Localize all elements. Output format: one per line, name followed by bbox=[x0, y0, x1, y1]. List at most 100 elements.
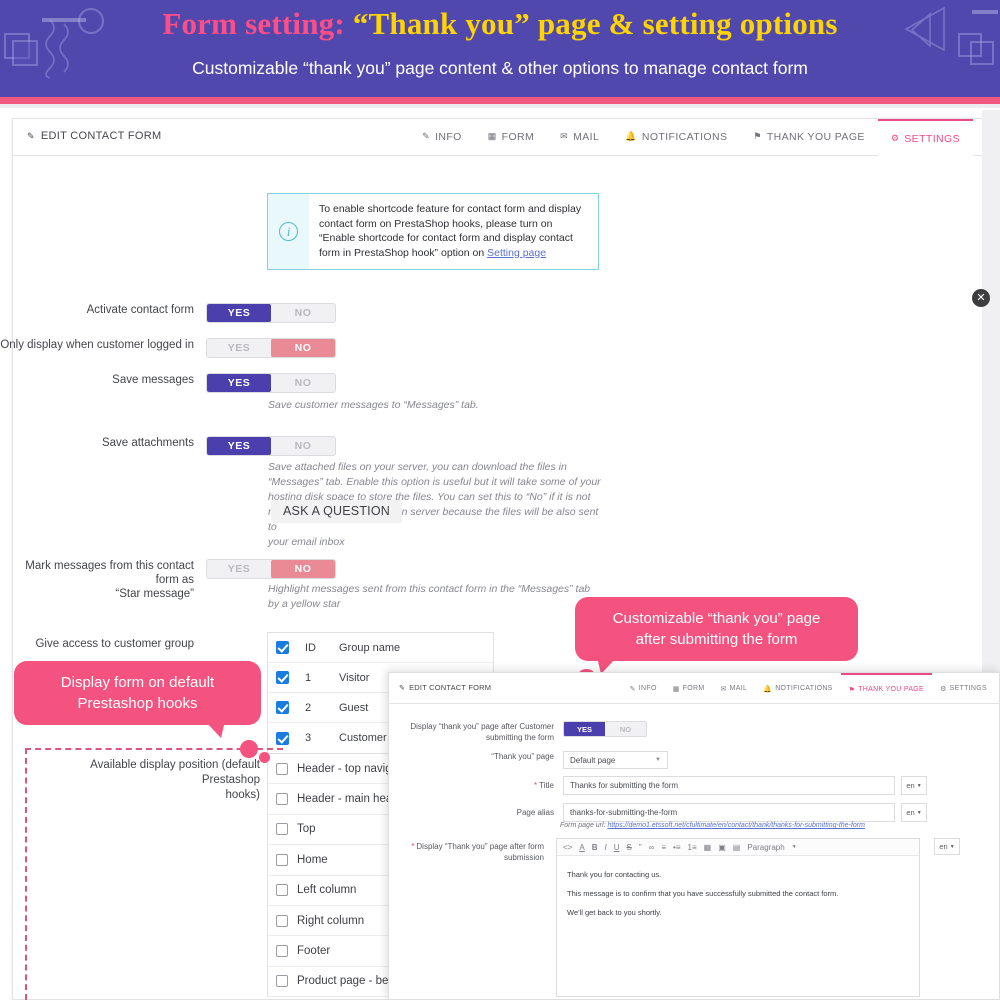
row-checkbox[interactable] bbox=[276, 701, 289, 714]
inset-toggle-display-thank-you[interactable]: YES NO bbox=[563, 721, 647, 737]
tab-notifications[interactable]: 🔔 NOTIFICATIONS bbox=[612, 119, 740, 156]
callout-1-anchor-dot-large bbox=[240, 740, 258, 758]
text-color-icon[interactable]: A bbox=[579, 843, 584, 852]
chevron-down-icon: ▼ bbox=[949, 843, 955, 850]
media-icon[interactable]: ▤ bbox=[733, 843, 741, 852]
flag-icon: ⚑ bbox=[848, 686, 856, 694]
edit-contact-form-title: ✎ EDIT CONTACT FORM bbox=[27, 130, 161, 142]
toggle-activate-contact-form[interactable]: YES NO bbox=[206, 303, 336, 323]
align-icon[interactable]: ≡ bbox=[661, 843, 666, 852]
callout-2-line-2: after submitting the form bbox=[635, 631, 798, 648]
alias-language-button[interactable]: en ▼ bbox=[901, 803, 927, 822]
select-all-checkbox[interactable] bbox=[276, 641, 289, 654]
toggle-save-attachments[interactable]: YES NO bbox=[206, 436, 336, 456]
hook-checkbox[interactable] bbox=[276, 945, 288, 958]
thank-you-page-select-value: Default page bbox=[570, 755, 616, 765]
callout-display-form-hooks: Display form on default Prestashop hooks bbox=[14, 661, 261, 738]
callout-1-line-2: Prestashop hooks bbox=[77, 695, 198, 712]
inset-row-display-thank-you: Display “thank you” page after Customer … bbox=[388, 721, 647, 743]
inset-tab-thank-you-page[interactable]: ⚑ THANK YOU PAGE bbox=[840, 673, 933, 704]
hook-checkbox[interactable] bbox=[276, 884, 288, 897]
inset-tab-info[interactable]: ✎ INFO bbox=[622, 673, 665, 704]
thank-you-page-select[interactable]: Default page ▼ bbox=[563, 751, 668, 769]
editor-line-1: Thank you for contacting us. bbox=[567, 870, 662, 879]
editor-language-button[interactable]: en ▼ bbox=[934, 838, 960, 855]
form-page-url-link[interactable]: https://demo1.etssoft.net/cfultimate/en/… bbox=[607, 822, 864, 829]
tab-thank-you-page[interactable]: ⚑ THANK YOU PAGE bbox=[740, 119, 877, 156]
tab-settings[interactable]: ⚙ SETTINGS bbox=[877, 119, 973, 156]
toggle-no-star[interactable]: NO bbox=[271, 560, 335, 578]
title-input[interactable]: Thanks for submitting the form bbox=[563, 776, 895, 795]
inset-tab-settings[interactable]: ⚙ SETTINGS bbox=[932, 673, 995, 704]
hint-star-l2: by a yellow star bbox=[268, 598, 341, 610]
inset-toggle-yes[interactable]: YES bbox=[564, 722, 605, 736]
inset-tab-mail[interactable]: ✉ MAIL bbox=[712, 673, 755, 704]
info-tag-icon: ✎ bbox=[422, 131, 431, 141]
row-checkbox[interactable] bbox=[276, 731, 289, 745]
chevron-down-icon: ▼ bbox=[655, 757, 661, 763]
row-checkbox[interactable] bbox=[276, 671, 289, 684]
tab-info[interactable]: ✎ INFO bbox=[409, 119, 475, 156]
title-language-button[interactable]: en ▼ bbox=[901, 776, 927, 795]
header-id: ID bbox=[305, 641, 316, 654]
toggle-yes-logged-in[interactable]: YES bbox=[207, 339, 271, 357]
inset-tab-notifications[interactable]: 🔔 NOTIFICATIONS bbox=[755, 673, 840, 704]
hook-checkbox[interactable] bbox=[276, 914, 288, 927]
blockquote-icon[interactable]: " bbox=[639, 843, 642, 852]
url-prefix-label: Form page url: bbox=[560, 822, 608, 829]
editor-line-3: We'll get back to you shortly. bbox=[567, 908, 662, 917]
bold-icon[interactable]: B bbox=[592, 843, 598, 852]
toggle-no-save-messages[interactable]: NO bbox=[271, 374, 335, 392]
edit-pencil-icon: ✎ bbox=[399, 684, 406, 692]
toggle-no-logged-in[interactable]: NO bbox=[271, 339, 335, 357]
label-customer-group: Give access to customer group bbox=[35, 638, 194, 650]
setting-page-link[interactable]: Setting page bbox=[487, 247, 546, 259]
tab-form[interactable]: ▦ FORM bbox=[475, 119, 547, 156]
callout-2-line-1: Customizable “thank you” page bbox=[612, 610, 821, 627]
toggle-star-message[interactable]: YES NO bbox=[206, 559, 336, 579]
toggle-yes-activate[interactable]: YES bbox=[207, 304, 271, 322]
inset-tab-form[interactable]: ▦ FORM bbox=[665, 673, 713, 704]
hook-checkbox[interactable] bbox=[276, 853, 288, 866]
image-icon[interactable]: ▣ bbox=[718, 843, 726, 852]
ask-a-question-button[interactable]: ASK A QUESTION bbox=[271, 500, 402, 523]
label-activate-contact-form: Activate contact form bbox=[86, 304, 194, 316]
source-code-icon[interactable]: <> bbox=[563, 843, 572, 852]
toggle-yes-save-messages[interactable]: YES bbox=[207, 374, 271, 392]
underline-icon[interactable]: U bbox=[614, 843, 620, 852]
inset-tab-thank-you-page-label: THANK YOU PAGE bbox=[858, 686, 925, 693]
hook-checkbox[interactable] bbox=[276, 975, 288, 988]
tab-thank-you-page-label: THANK YOU PAGE bbox=[766, 130, 865, 143]
close-glyph: ✕ bbox=[976, 291, 986, 304]
cell-id: 2 bbox=[305, 701, 312, 714]
inset-tab-list: ✎ INFO ▦ FORM ✉ MAIL 🔔 NOTIFICATIONS ⚑ T… bbox=[622, 673, 995, 704]
inset-toggle-no[interactable]: NO bbox=[605, 722, 646, 736]
toggle-no-save-attachments[interactable]: NO bbox=[271, 437, 335, 455]
shortcode-info-box: i To enable shortcode feature for contac… bbox=[267, 193, 599, 270]
numbered-list-icon[interactable]: 1≡ bbox=[688, 843, 697, 852]
inset-tab-notifications-label: NOTIFICATIONS bbox=[775, 685, 833, 692]
hook-checkbox[interactable] bbox=[276, 793, 288, 806]
hook-checkbox[interactable] bbox=[276, 823, 288, 836]
info-icon-wrap: i bbox=[268, 194, 309, 269]
toggle-yes-save-attachments[interactable]: YES bbox=[207, 437, 271, 455]
banner-title: Form setting: “Thank you” page & setting… bbox=[0, 6, 1000, 42]
tab-mail[interactable]: ✉ MAIL bbox=[547, 119, 612, 156]
bullet-list-icon[interactable]: •≡ bbox=[673, 843, 680, 852]
required-marker: * bbox=[411, 842, 415, 851]
close-icon[interactable]: ✕ bbox=[972, 289, 990, 307]
strikethrough-icon[interactable]: S bbox=[626, 843, 631, 852]
toggle-yes-star[interactable]: YES bbox=[207, 560, 271, 578]
toggle-only-display-logged-in[interactable]: YES NO bbox=[206, 338, 336, 358]
link-icon[interactable]: ∞ bbox=[649, 843, 655, 852]
italic-icon[interactable]: I bbox=[604, 843, 606, 852]
table-icon[interactable]: ▦ bbox=[704, 843, 712, 852]
toggle-save-messages[interactable]: YES NO bbox=[206, 373, 336, 393]
page-alias-input[interactable]: thanks-for-submitting-the-form bbox=[563, 803, 895, 822]
title-lang-label: en bbox=[906, 781, 915, 790]
paragraph-format-select[interactable]: Paragraph bbox=[747, 843, 784, 852]
editor-content-area[interactable]: Thank you for contacting us. This messag… bbox=[557, 856, 919, 996]
toggle-no-activate[interactable]: NO bbox=[271, 304, 335, 322]
hook-checkbox[interactable] bbox=[276, 762, 288, 775]
alias-lang-label: en bbox=[906, 808, 915, 817]
